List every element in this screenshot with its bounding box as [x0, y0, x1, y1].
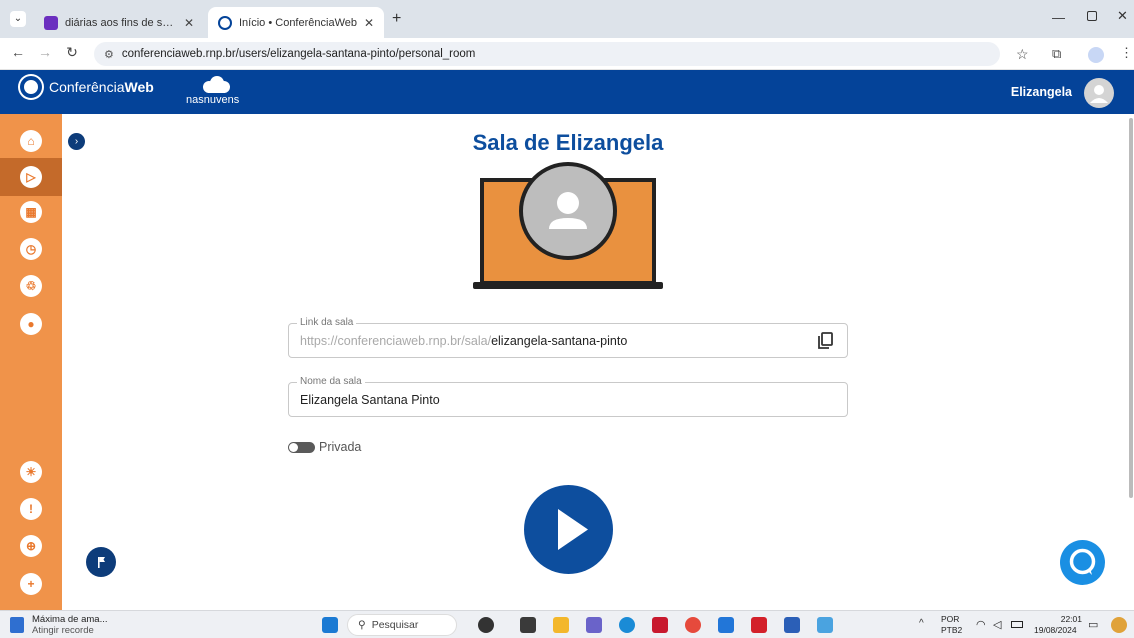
nasnuvens-logo: nasnuvens — [186, 76, 246, 110]
blue-app-icon[interactable] — [718, 617, 734, 633]
flag-icon — [98, 557, 105, 568]
start-room-button[interactable] — [524, 485, 613, 574]
weather-line1[interactable]: Máxima de ama... — [32, 614, 108, 625]
chrome-icon[interactable] — [685, 617, 701, 633]
bell-icon[interactable]: ● — [20, 313, 42, 335]
mcafee-icon[interactable] — [652, 617, 668, 633]
conferenciaweb-favicon-icon — [218, 15, 232, 30]
page-scrollbar[interactable] — [1129, 118, 1133, 498]
lightbulb-icon[interactable]: ☀ — [20, 461, 42, 483]
logo-text-regular: Conferência — [49, 79, 125, 95]
browser-tab-strip: ⌄ diárias aos fins de semana scdp ✕ Iníc… — [0, 0, 1134, 38]
bookmark-star-icon[interactable]: ☆ — [1016, 46, 1029, 63]
weather-icon[interactable] — [10, 617, 24, 633]
app-header: Conferência Web nasnuvens Elizangela — [0, 70, 1134, 114]
browser-tab-active[interactable]: Início • ConferênciaWeb ✕ — [208, 7, 384, 38]
battery-icon[interactable] — [1011, 621, 1023, 628]
private-toggle[interactable] — [288, 442, 315, 453]
extensions-icon[interactable]: ⧉ — [1052, 46, 1061, 62]
conferenciaweb-logo[interactable]: Conferência Web — [20, 76, 154, 98]
laptop-avatar-illustration — [473, 162, 663, 289]
file-explorer-icon[interactable] — [553, 617, 569, 633]
calendar-icon[interactable]: ▦ — [20, 201, 42, 223]
browser-tab-inactive[interactable]: diárias aos fins de semana scdp ✕ — [34, 7, 204, 38]
windows-taskbar: Máxima de ama... Atingir recorde ⚲ Pesqu… — [0, 610, 1134, 638]
room-link-slug: elizangela-santana-pinto — [491, 334, 628, 348]
taskbar-search[interactable]: ⚲ Pesquisar — [347, 614, 457, 636]
copy-icon[interactable] — [818, 332, 834, 350]
notification-icon[interactable]: ▭ — [1088, 618, 1098, 631]
close-tab-icon[interactable]: ✕ — [364, 16, 374, 30]
chat-button[interactable] — [1060, 540, 1105, 585]
user-silhouette-icon — [1090, 85, 1108, 103]
cloud-logo-text: nasnuvens — [186, 94, 240, 106]
page-title: Sala de Elizangela — [472, 130, 664, 155]
task-view-icon[interactable] — [520, 617, 536, 633]
copilot-icon[interactable] — [1111, 617, 1127, 633]
tab-title: diárias aos fins de semana scdp — [65, 16, 178, 29]
add-icon[interactable]: + — [20, 573, 42, 595]
browser-toolbar: ← → ↻ ⚙ conferenciaweb.rnp.br/users/eliz… — [0, 38, 1134, 70]
camera-app-icon[interactable] — [478, 617, 494, 633]
cloud-icon — [203, 76, 230, 93]
new-tab-button[interactable]: + — [392, 10, 401, 28]
site-settings-icon[interactable]: ⚙ — [104, 48, 114, 61]
word-icon[interactable] — [784, 617, 800, 633]
user-name[interactable]: Elizangela — [1011, 85, 1072, 99]
recycle-icon[interactable]: ♲ — [20, 275, 42, 297]
restore-window-icon[interactable] — [1087, 11, 1097, 21]
toggle-knob — [289, 443, 298, 452]
room-link-label: Link da sala — [297, 317, 357, 328]
teams-icon[interactable] — [586, 617, 602, 633]
clock-time[interactable]: 22:01 — [1046, 614, 1082, 624]
private-toggle-label: Privada — [319, 440, 362, 454]
volume-icon[interactable]: ◁ — [993, 618, 1001, 631]
room-link-prefix: https://conferenciaweb.rnp.br/sala/ — [300, 334, 492, 348]
reload-icon[interactable]: ↻ — [62, 44, 82, 61]
clock-date[interactable]: 19/08/2024 — [1034, 625, 1077, 635]
feedback-icon[interactable]: ! — [20, 498, 42, 520]
acrobat-icon[interactable] — [751, 617, 767, 633]
start-menu-icon[interactable] — [322, 617, 338, 633]
minimize-window-icon[interactable]: — — [1052, 10, 1065, 25]
forward-arrow-icon[interactable]: → — [35, 44, 55, 60]
wifi-icon[interactable]: ◠ — [976, 618, 986, 631]
chat-bubble-icon — [1069, 548, 1096, 575]
room-name-value: Elizangela Santana Pinto — [300, 393, 440, 407]
tab-list-chevron-icon[interactable]: ⌄ — [10, 11, 26, 27]
history-icon[interactable]: ◷ — [20, 238, 42, 260]
search-placeholder: Pesquisar — [371, 619, 419, 631]
play-triangle-icon — [558, 509, 588, 550]
logo-text-bold: Web — [124, 79, 154, 95]
weather-line2[interactable]: Atingir recorde — [32, 625, 94, 636]
address-bar[interactable]: ⚙ conferenciaweb.rnp.br/users/elizangela… — [94, 42, 1000, 66]
tab-title: Início • ConferênciaWeb — [239, 16, 357, 29]
colorful-app-icon[interactable] — [817, 617, 833, 633]
user-avatar[interactable] — [1084, 78, 1114, 108]
profile-icon[interactable] — [1088, 47, 1104, 63]
sidebar: ⌂ ▷ ▦ ◷ ♲ ● ☀ ! ⊕ + — [0, 114, 62, 610]
browser-menu-icon[interactable]: ⋮ — [1120, 45, 1133, 61]
close-tab-icon[interactable]: ✕ — [184, 16, 194, 30]
language-line1[interactable]: POR — [941, 614, 959, 624]
language-line2[interactable]: PTB2 — [941, 625, 962, 635]
edge-icon[interactable] — [619, 617, 635, 633]
search-icon: ⚲ — [358, 619, 366, 631]
back-arrow-icon[interactable]: ← — [8, 44, 28, 60]
room-name-label: Nome da sala — [297, 376, 365, 387]
yahoo-favicon-icon — [44, 15, 58, 30]
flag-button[interactable] — [86, 547, 116, 577]
room-link-field[interactable]: Link da sala https://conferenciaweb.rnp.… — [288, 317, 848, 358]
conferenciaweb-logo-icon — [20, 76, 42, 98]
globe-icon[interactable]: ⊕ — [20, 535, 42, 557]
room-link-value: https://conferenciaweb.rnp.br/sala/eliza… — [300, 334, 627, 348]
url-text: conferenciaweb.rnp.br/users/elizangela-s… — [121, 48, 476, 60]
room-name-field[interactable]: Nome da sala Elizangela Santana Pinto — [288, 376, 848, 417]
close-window-icon[interactable]: ✕ — [1117, 8, 1128, 24]
play-icon[interactable]: ▷ — [20, 166, 42, 188]
tray-chevron-icon[interactable]: ^ — [919, 618, 924, 629]
